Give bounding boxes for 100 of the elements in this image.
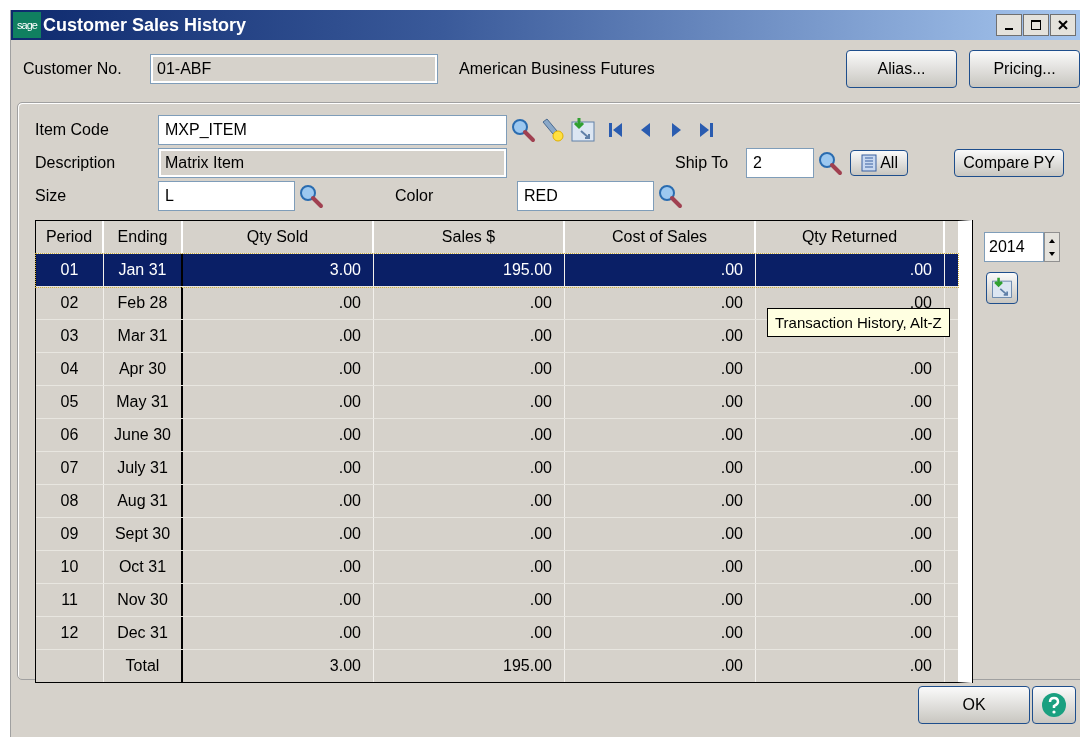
table-row[interactable]: 05 May 31 .00 .00 .00 .00 (36, 386, 958, 419)
table-cell: Dec 31 (104, 617, 183, 649)
table-cell: .00 (565, 452, 756, 484)
field-label: Color (395, 186, 435, 205)
table-cell: .00 (756, 353, 945, 385)
table-cell: .00 (183, 353, 374, 385)
table-row[interactable]: 09 Sept 30 .00 .00 .00 .00 (36, 518, 958, 551)
field-label: Description (35, 153, 117, 172)
table-cell: Aug 31 (104, 485, 183, 517)
table-cell: 05 (36, 386, 104, 418)
table-cell: .00 (565, 650, 756, 682)
table-cell: 06 (36, 419, 104, 451)
table-cell: 3.00 (183, 254, 374, 286)
app-logo: sage (13, 12, 41, 38)
table-cell: .00 (565, 386, 756, 418)
table-cell: .00 (183, 287, 374, 319)
table-row[interactable]: 12 Dec 31 .00 .00 .00 .00 (36, 617, 958, 650)
table-cell: .00 (374, 518, 565, 550)
table-cell: Apr 30 (104, 353, 183, 385)
compare-button[interactable]: Compare PY (954, 148, 1065, 177)
table-cell: .00 (565, 320, 756, 352)
table-cell: .00 (565, 617, 756, 649)
table-cell: Oct 31 (104, 551, 183, 583)
table-row[interactable]: 06 June 30 .00 .00 .00 .00 (36, 419, 958, 452)
table-cell: .00 (565, 551, 756, 583)
color-field[interactable]: RED (517, 180, 654, 211)
table-cell: .00 (374, 584, 565, 616)
table-cell: June 30 (104, 419, 183, 451)
table-cell: Total (104, 650, 183, 682)
table-cell: .00 (183, 419, 374, 451)
table-cell: 02 (36, 287, 104, 319)
table-cell: .00 (374, 452, 565, 484)
ok-button[interactable]: OK (918, 686, 1030, 724)
description-field[interactable]: Matrix Item (158, 147, 507, 178)
field-label: Ship To (675, 153, 729, 172)
table-cell: .00 (756, 551, 945, 583)
table-cell: .00 (374, 617, 565, 649)
table-cell: .00 (183, 518, 374, 550)
field-label: Item Code (35, 120, 110, 139)
table-cell: .00 (183, 551, 374, 583)
table-row[interactable]: 07 July 31 .00 .00 .00 .00 (36, 452, 958, 485)
table-cell: .00 (374, 551, 565, 583)
table-cell: .00 (756, 650, 945, 682)
customer-number-field[interactable]: 01-ABF (150, 54, 438, 84)
table-cell: 07 (36, 452, 104, 484)
size-field[interactable]: L (158, 180, 295, 211)
table-cell: .00 (183, 617, 374, 649)
table-cell: .00 (183, 386, 374, 418)
table-cell: Nov 30 (104, 584, 183, 616)
field-label: Customer No. (23, 60, 123, 78)
table-cell: Sept 30 (104, 518, 183, 550)
table-cell: Feb 28 (104, 287, 183, 319)
all-button[interactable]: All (850, 149, 909, 176)
table-cell: 09 (36, 518, 104, 550)
table-cell: .00 (565, 353, 756, 385)
item-code-field[interactable]: MXP_ITEM (158, 114, 507, 145)
table-cell: .00 (565, 287, 756, 319)
table-cell: .00 (756, 584, 945, 616)
table-cell: .00 (374, 485, 565, 517)
year-field[interactable]: 2014 (984, 232, 1044, 262)
table-cell: 3.00 (183, 650, 374, 682)
table-cell: .00 (374, 419, 565, 451)
table-cell: .00 (183, 485, 374, 517)
table-cell: .00 (565, 485, 756, 517)
table-cell: .00 (756, 386, 945, 418)
table-cell: .00 (756, 518, 945, 550)
table-cell: .00 (756, 617, 945, 649)
table-cell: .00 (565, 419, 756, 451)
table-cell: July 31 (104, 452, 183, 484)
table-cell: .00 (756, 485, 945, 517)
table-cell: .00 (565, 518, 756, 550)
table-cell: .00 (374, 320, 565, 352)
table-cell: 10 (36, 551, 104, 583)
tooltip: Transaction History, Alt-Z (767, 308, 950, 337)
ship-to-field[interactable]: 2 (746, 147, 815, 178)
table-cell: 12 (36, 617, 104, 649)
table-cell: .00 (183, 584, 374, 616)
table-row[interactable]: 01 Jan 31 3.00 195.00 .00 .00 (36, 254, 958, 287)
table-cell: .00 (565, 584, 756, 616)
table-row[interactable]: 10 Oct 31 .00 .00 .00 .00 (36, 551, 958, 584)
table-cell: 08 (36, 485, 104, 517)
table-row[interactable]: 11 Nov 30 .00 .00 .00 .00 (36, 584, 958, 617)
table-cell: .00 (374, 353, 565, 385)
table-cell: .00 (756, 254, 945, 286)
field-label: Size (35, 186, 68, 205)
table-row[interactable]: 08 Aug 31 .00 .00 .00 .00 (36, 485, 958, 518)
table-cell: 01 (36, 254, 104, 286)
table-cell: Jan 31 (104, 254, 183, 286)
table-cell: 195.00 (374, 650, 565, 682)
table-cell: .00 (565, 254, 756, 286)
table-cell: May 31 (104, 386, 183, 418)
table-cell: .00 (183, 320, 374, 352)
table-cell: 04 (36, 353, 104, 385)
dialog-button[interactable]: Pricing... (969, 50, 1080, 88)
table-cell: .00 (374, 386, 565, 418)
table-row[interactable]: 04 Apr 30 .00 .00 .00 .00 (36, 353, 958, 386)
table-cell: 11 (36, 584, 104, 616)
table-cell: .00 (756, 419, 945, 451)
dialog-button[interactable]: Alias... (846, 50, 957, 88)
table-cell: .00 (183, 452, 374, 484)
